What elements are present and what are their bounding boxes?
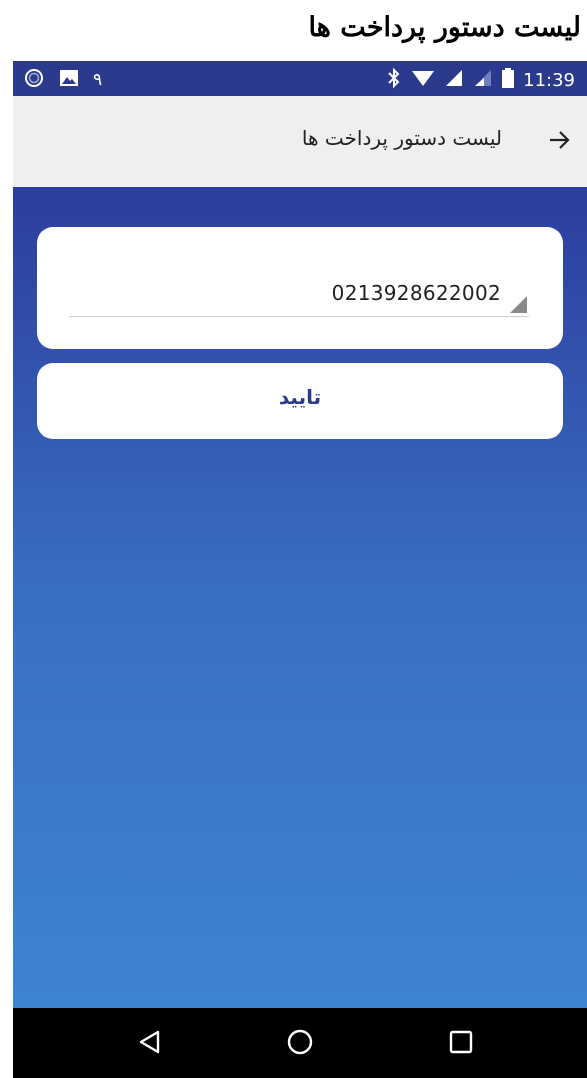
nav-recents-button[interactable] (441, 1024, 481, 1064)
circle-sync-icon (23, 67, 45, 93)
account-card: 0213928622002 (37, 227, 563, 349)
content-area: 0213928622002 تایید (13, 187, 587, 1008)
dropdown-triangle-icon (510, 296, 527, 313)
status-time: 11:39 (523, 69, 575, 91)
battery-icon (502, 68, 515, 92)
account-select[interactable]: 0213928622002 (69, 279, 529, 317)
image-icon (59, 68, 79, 92)
phone-screen: ۹ 11:39 لیست دستور پرداخت ها 02139286220… (13, 61, 587, 1078)
page-title: لیست دستور پرداخت ها (301, 126, 502, 150)
signal-icon (444, 68, 464, 92)
nav-back-button[interactable] (130, 1024, 170, 1064)
nav-home-button[interactable] (280, 1024, 320, 1064)
nav-bar (13, 1008, 587, 1078)
status-left-group: ۹ (23, 67, 102, 93)
signal-weak-icon (473, 68, 493, 92)
back-button[interactable] (541, 124, 577, 160)
account-select-value: 0213928622002 (331, 281, 501, 305)
back-arrow-icon (548, 130, 570, 154)
status-bar: ۹ 11:39 (13, 61, 587, 96)
confirm-button[interactable]: تایید (37, 363, 563, 439)
status-right-group: 11:39 (386, 67, 575, 93)
wifi-icon (411, 68, 435, 92)
nav-recents-icon (448, 1029, 474, 1059)
nav-back-icon (136, 1028, 164, 1060)
nav-home-icon (286, 1028, 314, 1060)
bluetooth-icon (386, 67, 402, 93)
page-caption: لیست دستور پرداخت ها (0, 0, 587, 60)
notification-digit: ۹ (93, 70, 103, 90)
app-bar: لیست دستور پرداخت ها (13, 96, 587, 187)
